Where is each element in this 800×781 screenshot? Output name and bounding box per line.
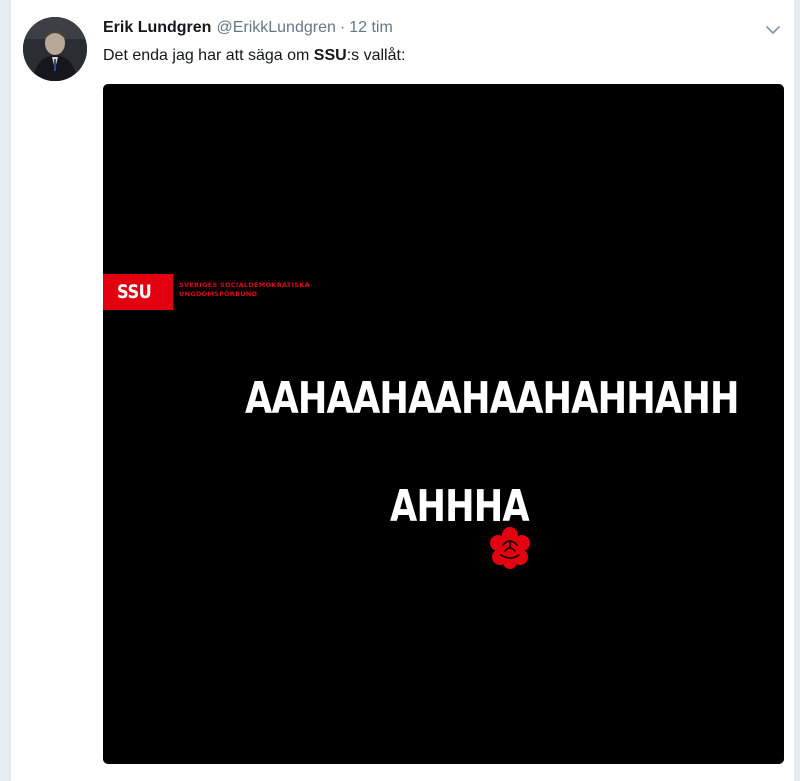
tweet-card[interactable]: Erik Lundgren @ErikkLundgren · 12 tim Det e… <box>10 0 795 781</box>
ssu-tagline-line1: SVERIGES SOCIALDEMOKRATISKA <box>179 281 310 289</box>
tweet-header: Erik Lundgren @ErikkLundgren · 12 tim <box>103 18 393 38</box>
tweet-text-start: Det enda jag har att säga om <box>103 47 314 64</box>
separator-dot: · <box>339 19 346 36</box>
tweet-text-end: :s vallåt: <box>346 47 406 64</box>
red-rose-icon <box>487 525 533 571</box>
ssu-logo-text: SSU <box>117 281 152 303</box>
tweet-text-bold: SSU <box>313 47 347 64</box>
ssu-logo: SSU <box>103 274 173 310</box>
page: Erik Lundgren @ErikkLundgren · 12 tim Det e… <box>0 0 800 781</box>
ssu-tagline-line2: UNGDOMSFÖRBUND <box>179 290 258 298</box>
timestamp[interactable]: 12 tim <box>349 19 393 36</box>
avatar[interactable] <box>23 17 87 81</box>
ssu-tagline: SVERIGES SOCIALDEMOKRATISKA UNGDOMSFÖRBU… <box>179 281 310 299</box>
tweet-text: Det enda jag har att säga om SSU:s vallå… <box>103 45 405 67</box>
user-handle[interactable]: @ErikkLundgren <box>216 19 335 36</box>
display-name[interactable]: Erik Lundgren <box>103 19 211 36</box>
tweet-media-image[interactable]: SSU SVERIGES SOCIALDEMOKRATISKA UNGDOMSF… <box>103 84 784 764</box>
chevron-down-icon[interactable] <box>763 20 783 40</box>
lyric-line-1: AAHAAHAAHAAHAHHAHH <box>245 373 740 424</box>
profile-photo <box>23 17 87 81</box>
